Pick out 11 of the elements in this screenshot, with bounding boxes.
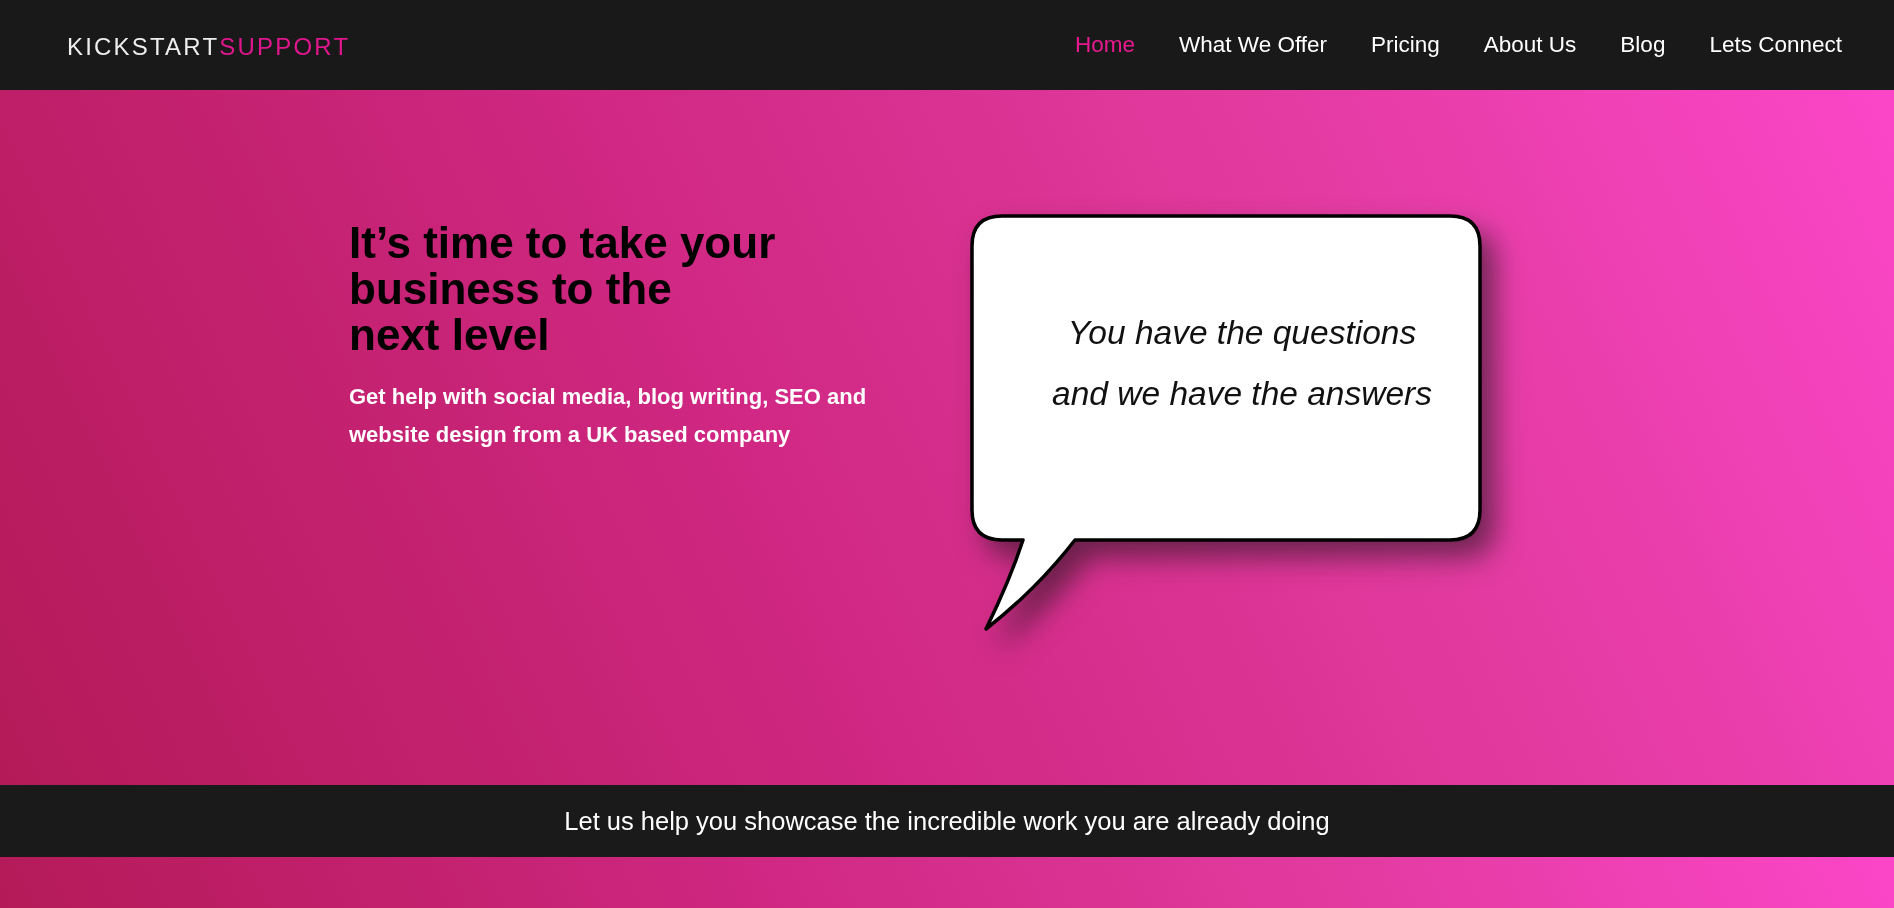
headline: It’s time to take your business to the next level (349, 220, 777, 358)
logo[interactable]: KICKSTARTSUPPORT (67, 29, 351, 61)
nav-link[interactable]: What We Offer (1179, 32, 1327, 58)
banner-text: Let us help you showcase the incredible work you are already doing (564, 806, 1330, 836)
nav-link[interactable]: Blog (1620, 32, 1666, 58)
subheading-text: Get help with social media, blog writing, SEO and website design from a UK based company (349, 383, 868, 449)
bubble-text: You have the questions and we have the answers (1051, 313, 1433, 414)
nav-link[interactable]: Home (1075, 32, 1136, 58)
nav-link[interactable]: About Us (1483, 32, 1577, 58)
nav-link[interactable]: Pricing (1371, 32, 1440, 58)
nav-link[interactable]: Lets Connect (1709, 32, 1842, 58)
